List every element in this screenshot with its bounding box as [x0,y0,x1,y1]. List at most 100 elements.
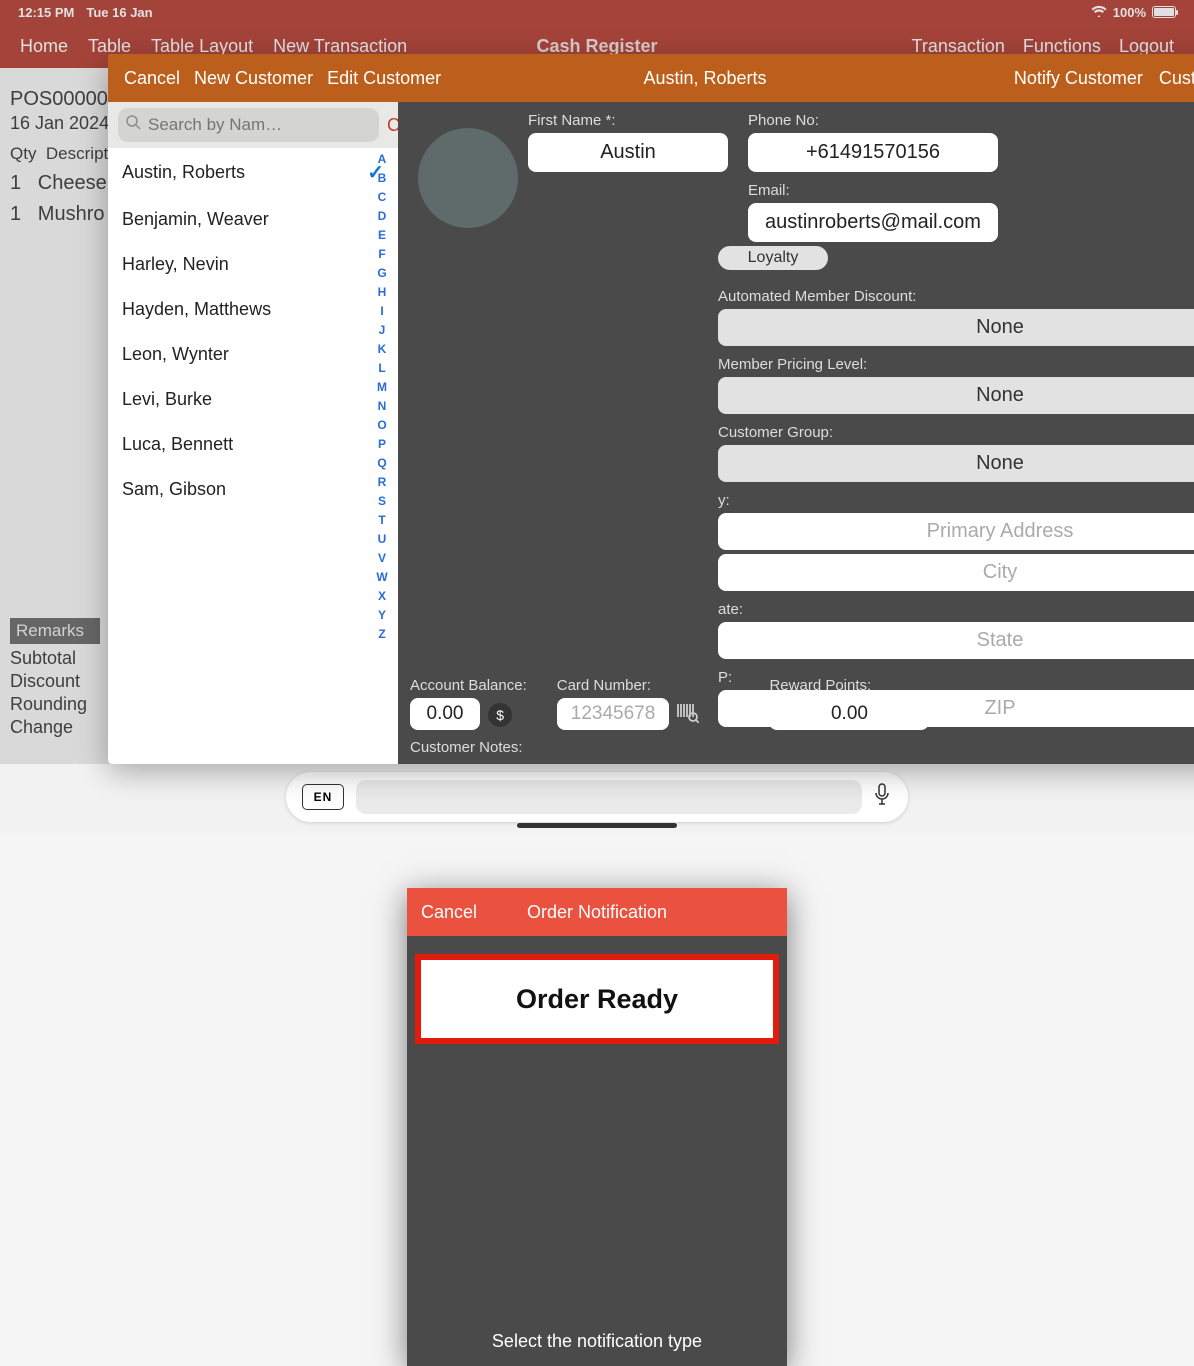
pricing-level-field[interactable]: None [718,377,1194,414]
dollar-icon[interactable]: $ [488,703,512,727]
order-ready-label: Order Ready [516,984,678,1015]
alpha-index[interactable]: A B C D E F G H I J K L M N O P Q R S T … [368,150,396,644]
keyboard-bar: EN [0,764,1194,834]
alpha-letter[interactable]: I [368,302,396,321]
wifi-icon [1091,5,1107,20]
customer-name: Leon, Wynter [122,344,229,365]
customer-search-input[interactable] [118,108,379,142]
card-number-field[interactable]: 12345678 [557,698,670,730]
alpha-letter[interactable]: Y [368,606,396,625]
customer-row[interactable]: Harley, Nevin [108,242,398,287]
customer-row[interactable]: Levi, Burke [108,377,398,422]
home-indicator [517,823,677,828]
customer-list: Austin, Roberts Benjamin, Weaver Harley,… [108,148,398,764]
customer-row[interactable]: Luca, Bennett [108,422,398,467]
alpha-letter[interactable]: H [368,283,396,302]
reward-points-label: Reward Points: [769,677,929,694]
notify-customer-button[interactable]: Notify Customer [1014,68,1143,89]
loyalty-pill[interactable]: Loyalty [718,246,828,270]
alpha-letter[interactable]: P [368,435,396,454]
alpha-letter[interactable]: T [368,511,396,530]
customer-row[interactable]: Benjamin, Weaver [108,197,398,242]
alpha-letter[interactable]: B [368,169,396,188]
customer-name: Levi, Burke [122,389,212,410]
customer-row[interactable]: Sam, Gibson [108,467,398,512]
phone-label: Phone No: [748,112,998,129]
alpha-letter[interactable]: N [368,397,396,416]
customer-name: Luca, Bennett [122,434,233,455]
customer-row[interactable]: Leon, Wynter [108,332,398,377]
phone-field[interactable]: +61491570156 [748,133,998,172]
order-ready-option[interactable]: Order Ready [415,954,779,1044]
status-bar: 12:15 PM Tue 16 Jan 100% [0,0,1194,24]
date: Tue 16 Jan [86,5,152,20]
customer-row[interactable]: Hayden, Matthews [108,287,398,332]
auto-discount-field[interactable]: None [718,309,1194,346]
alpha-letter[interactable]: J [368,321,396,340]
email-field[interactable]: austinroberts@mail.com [748,203,998,242]
alpha-letter[interactable]: G [368,264,396,283]
address-label: y: [718,492,1194,509]
alpha-letter[interactable]: F [368,245,396,264]
microphone-icon[interactable] [874,783,890,811]
battery-icon [1152,6,1176,18]
alpha-letter[interactable]: C [368,188,396,207]
alpha-letter[interactable]: S [368,492,396,511]
account-balance-label: Account Balance: [410,677,527,694]
auto-discount-label: Automated Member Discount: [718,288,1194,305]
alpha-letter[interactable]: D [368,207,396,226]
customer-form: First Name *: Austin Phone No: +61491570… [398,102,1194,764]
avatar[interactable] [418,128,518,228]
keyboard-input[interactable] [356,780,862,814]
alpha-letter[interactable]: U [368,530,396,549]
custody-button[interactable]: Custody [1159,68,1194,89]
search-icon [126,115,141,134]
qty-header: Qty [10,144,36,163]
subtotal-label: Subtotal [10,648,87,669]
order-notification-modal: Cancel Order Notification Order Ready Se… [407,888,787,1366]
alpha-letter[interactable]: A [368,150,396,169]
battery-pct: 100% [1113,5,1146,20]
clock: 12:15 PM [18,5,74,20]
alpha-letter[interactable]: W [368,568,396,587]
alpha-letter[interactable]: M [368,378,396,397]
customer-group-field[interactable]: None [718,445,1194,482]
customer-cancel-button[interactable]: Cancel [124,68,180,89]
customer-modal-title: Austin, Roberts [643,68,766,89]
first-name-field[interactable]: Austin [528,133,728,172]
new-customer-button[interactable]: New Customer [194,68,313,89]
customer-notes-label: Customer Notes: [410,739,523,756]
keyboard-lang-chip[interactable]: EN [302,784,344,810]
item-name: Mushro [38,203,105,225]
alpha-letter[interactable]: K [368,340,396,359]
alpha-letter[interactable]: O [368,416,396,435]
alpha-letter[interactable]: R [368,473,396,492]
item-qty: 1 [10,172,21,194]
city-field[interactable]: City [718,554,1194,591]
card-barcode-icon[interactable] [677,710,699,727]
discount-label: Discount [10,671,87,692]
alpha-letter[interactable]: Q [368,454,396,473]
notification-header: Cancel Order Notification [407,888,787,936]
account-balance-field[interactable]: 0.00 [410,698,480,730]
notification-cancel-button[interactable]: Cancel [421,902,477,923]
reward-points-field[interactable]: 0.00 [769,698,929,730]
address-field[interactable]: Primary Address [718,513,1194,550]
alpha-letter[interactable]: Z [368,625,396,644]
alpha-letter[interactable]: L [368,359,396,378]
notification-footer-text: Select the notification type [407,1317,787,1366]
nav-home[interactable]: Home [20,36,68,57]
alpha-letter[interactable]: V [368,549,396,568]
state-field[interactable]: State [718,622,1194,659]
customer-row[interactable]: Austin, Roberts [108,148,398,197]
email-label: Email: [748,182,998,199]
state-label: ate: [718,601,1194,618]
pricing-level-label: Member Pricing Level: [718,356,1194,373]
customer-name: Austin, Roberts [122,162,245,183]
edit-customer-button[interactable]: Edit Customer [327,68,441,89]
customer-group-label: Customer Group: [718,424,1194,441]
alpha-letter[interactable]: X [368,587,396,606]
alpha-letter[interactable]: E [368,226,396,245]
change-label: Change [10,717,87,738]
card-number-label: Card Number: [557,677,700,694]
